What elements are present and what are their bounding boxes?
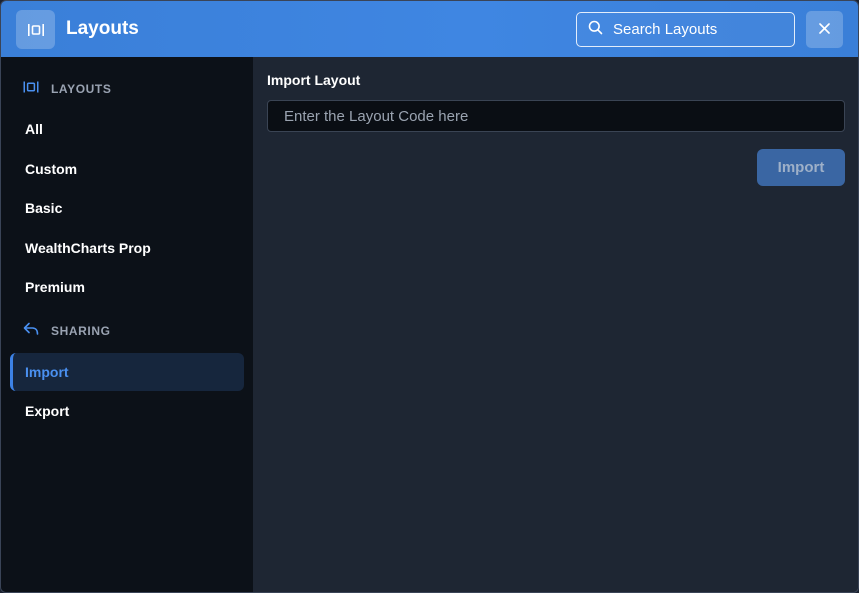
section-label-sharing: SHARING — [51, 324, 111, 338]
sidebar-item-premium[interactable]: Premium — [10, 268, 244, 306]
layouts-dialog: Layouts Search Layouts LAYOUTS All Custo… — [0, 0, 859, 593]
sidebar-item-export[interactable]: Export — [10, 392, 244, 430]
dialog-header: Layouts Search Layouts — [1, 1, 858, 57]
main-panel: Import Layout Import — [253, 57, 858, 592]
sidebar-item-basic[interactable]: Basic — [10, 189, 244, 227]
import-button[interactable]: Import — [757, 149, 845, 186]
sidebar-item-label: Basic — [25, 200, 63, 216]
dialog-title: Layouts — [66, 18, 139, 39]
close-button[interactable] — [806, 11, 843, 48]
sidebar-item-label: Export — [25, 403, 70, 419]
sidebar-item-all[interactable]: All — [10, 110, 244, 148]
layout-columns-icon — [16, 10, 55, 49]
search-label: Search Layouts — [613, 21, 718, 38]
sidebar-item-label: Custom — [25, 161, 78, 177]
sidebar-item-wealthcharts-prop[interactable]: WealthCharts Prop — [10, 229, 244, 267]
search-icon — [588, 20, 603, 40]
sidebar-item-label: WealthCharts Prop — [25, 240, 151, 256]
section-layouts: LAYOUTS — [23, 81, 111, 97]
sidebar: LAYOUTS All Custom Basic WealthCharts Pr… — [1, 57, 253, 592]
sidebar-item-label: Premium — [25, 279, 85, 295]
section-label-layouts: LAYOUTS — [51, 82, 112, 96]
import-layout-heading: Import Layout — [267, 72, 361, 88]
sidebar-item-label: All — [25, 121, 43, 137]
sidebar-item-label: Import — [25, 364, 69, 380]
close-icon — [819, 21, 830, 39]
layout-columns-icon — [23, 80, 39, 98]
sidebar-item-import[interactable]: Import — [10, 353, 244, 391]
search-layouts-input[interactable]: Search Layouts — [576, 12, 795, 47]
share-reply-icon — [23, 322, 39, 341]
layout-code-input[interactable] — [267, 100, 845, 132]
sidebar-item-custom[interactable]: Custom — [10, 150, 244, 188]
section-sharing: SHARING — [23, 322, 111, 341]
